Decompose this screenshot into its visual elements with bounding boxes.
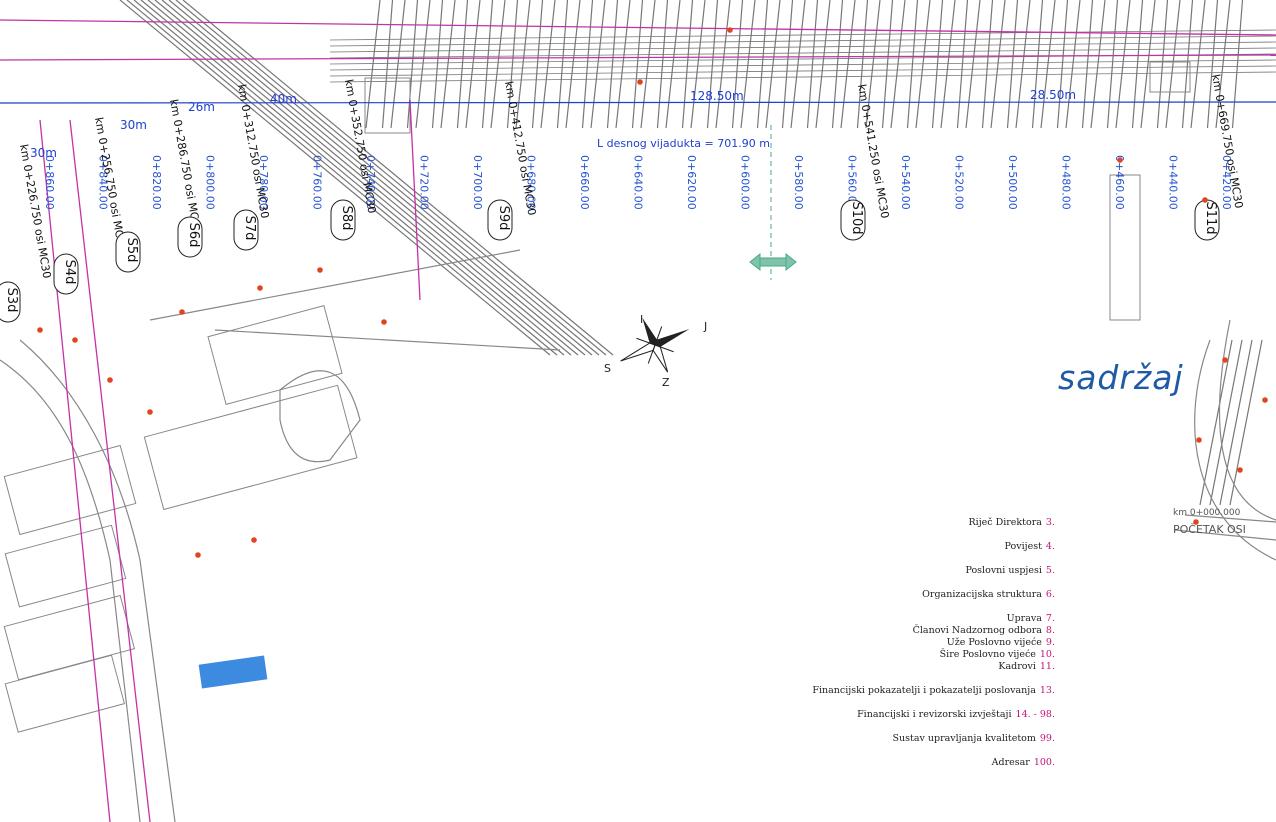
chainage-label: 0+640.00 xyxy=(632,155,645,210)
map-marker xyxy=(1222,357,1228,363)
pier-marker: S10d xyxy=(840,199,866,241)
chainage-label: 0+580.00 xyxy=(792,155,805,210)
chainage-label: 0+660.00 xyxy=(578,155,591,210)
pier-marker: S4d xyxy=(53,253,79,295)
toc-item[interactable]: Poslovni uspjesi 5. xyxy=(965,565,1055,576)
toc-item[interactable]: Riječ Direktora 3. xyxy=(969,517,1056,528)
pier-marker: S11d xyxy=(1194,199,1220,241)
axis-label: km 0+352.750 osi MC30 xyxy=(342,78,378,214)
svg-text:S6d: S6d xyxy=(186,223,201,248)
map-marker xyxy=(317,267,323,273)
chainage-label: 0+820.00 xyxy=(150,155,163,210)
viaduct-length-label: L desnog vijadukta = 701.90 m xyxy=(597,137,770,150)
span-label: 128.50m xyxy=(690,89,744,103)
toc-item[interactable]: Adresar 100. xyxy=(992,757,1055,768)
pier-marker: S3d xyxy=(0,281,21,323)
map-marker xyxy=(1117,157,1123,163)
chainage-label: 0+540.00 xyxy=(899,155,912,210)
toc-item[interactable]: Šire Poslovno vijeće 10. xyxy=(940,649,1055,660)
start-axis-label: POČETAK OSI xyxy=(1173,523,1246,536)
svg-text:S4d: S4d xyxy=(62,260,77,285)
compass-south: Z xyxy=(662,376,670,389)
chainage-label: 0+440.00 xyxy=(1167,155,1180,210)
toc-item[interactable]: Uže Poslovno vijeće 9. xyxy=(947,637,1055,648)
compass-west: S xyxy=(604,362,611,375)
start-km-label: km 0+000.000 xyxy=(1173,508,1241,518)
svg-text:S7d: S7d xyxy=(242,216,257,241)
page-title: sadržaj xyxy=(1058,358,1184,397)
axis-label: km 0+286.750 osi MC30 xyxy=(167,98,203,234)
span-label: 26m xyxy=(188,100,215,114)
chainage-label: 0+760.00 xyxy=(311,155,324,210)
compass-north: I xyxy=(640,313,643,326)
toc-item[interactable]: Sustav upravljanja kvalitetom 99. xyxy=(893,733,1056,744)
map-marker xyxy=(1193,519,1199,525)
pier-marker: S6d xyxy=(177,216,203,258)
map-marker xyxy=(147,409,153,415)
map-marker xyxy=(257,285,263,291)
toc-item[interactable]: Kadrovi 11. xyxy=(998,661,1055,672)
svg-text:S11d: S11d xyxy=(1203,201,1218,234)
chainage-label: 0+460.00 xyxy=(1113,155,1126,210)
svg-text:S3d: S3d xyxy=(4,288,19,313)
pier-marker: S5d xyxy=(115,231,141,273)
map-marker xyxy=(381,319,387,325)
pier-marker: S9d xyxy=(487,199,513,241)
toc-item[interactable]: Financijski i revizorski izvještaji 14. -… xyxy=(857,709,1055,720)
svg-text:S9d: S9d xyxy=(496,206,511,231)
axis-label: km 0+541.250 osi MC30 xyxy=(855,83,891,219)
compass-rose xyxy=(620,317,690,373)
map-marker xyxy=(37,327,43,333)
map-marker xyxy=(195,552,201,558)
map-marker xyxy=(1202,197,1208,203)
map-marker xyxy=(1237,467,1243,473)
chainage-label: 0+600.00 xyxy=(739,155,752,210)
map-marker xyxy=(107,377,113,383)
toc-item[interactable]: Financijski pokazatelji i pokazatelji po… xyxy=(812,685,1055,696)
span-label: 40m xyxy=(270,92,297,106)
compass-east: J xyxy=(703,320,707,333)
chainage-label: 0+720.00 xyxy=(418,155,431,210)
map-marker xyxy=(251,537,257,543)
map-marker xyxy=(1196,437,1202,443)
toc-item[interactable]: Članovi Nadzornog odbora 8. xyxy=(913,625,1055,636)
map-marker xyxy=(1262,397,1268,403)
toc-item[interactable]: Uprava 7. xyxy=(1007,613,1055,624)
map-marker xyxy=(727,27,733,33)
svg-text:S8d: S8d xyxy=(339,206,354,231)
chainage-label: 0+520.00 xyxy=(953,155,966,210)
blue-sign xyxy=(198,655,268,689)
engineering-plan-background: 0+420.000+440.000+460.000+480.000+500.00… xyxy=(0,0,1276,822)
span-label: 30m xyxy=(30,146,57,160)
pier-marker: S7d xyxy=(233,209,259,251)
svg-text:S5d: S5d xyxy=(124,238,139,263)
map-marker xyxy=(179,309,185,315)
toc-item[interactable]: Povijest 4. xyxy=(1005,541,1055,552)
span-label: 30m xyxy=(120,118,147,132)
chainage-label: 0+700.00 xyxy=(471,155,484,210)
span-label: 28.50m xyxy=(1030,88,1076,102)
axis-label: km 0+412.750 osi MC30 xyxy=(502,80,538,216)
map-marker xyxy=(637,79,643,85)
chainage-label: 0+860.00 xyxy=(43,155,56,210)
toc-item[interactable]: Organizacijska struktura 6. xyxy=(922,589,1055,600)
chainage-label: 0+500.00 xyxy=(1006,155,1019,210)
pier-marker: S8d xyxy=(330,199,356,241)
chainage-label: 0+800.00 xyxy=(204,155,217,210)
svg-text:S10d: S10d xyxy=(849,201,864,234)
chainage-label: 0+480.00 xyxy=(1060,155,1073,210)
map-marker xyxy=(72,337,78,343)
chainage-label: 0+620.00 xyxy=(685,155,698,210)
